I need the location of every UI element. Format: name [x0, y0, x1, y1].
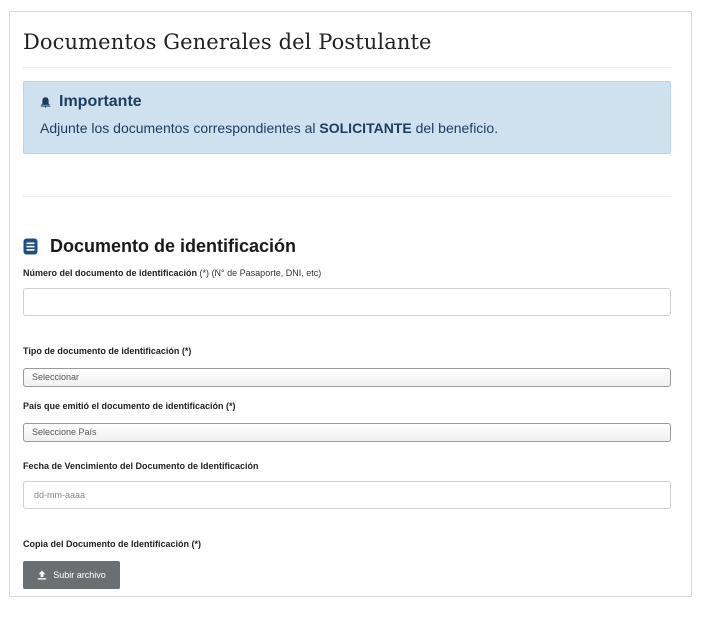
- alert-title: Importante: [59, 93, 142, 110]
- page-title: Documentos Generales del Postulante: [23, 30, 432, 54]
- bell-icon: [40, 97, 51, 108]
- alert-message: Adjunte los documentos correspondientes …: [40, 120, 499, 136]
- important-alert: Importante Adjunte los documentos corres…: [23, 81, 671, 154]
- country-select[interactable]: Seleccione País: [23, 423, 671, 442]
- doc-number-input[interactable]: [23, 288, 671, 316]
- document-icon: [23, 238, 38, 255]
- upload-icon: [38, 570, 47, 580]
- title-divider: [23, 67, 671, 68]
- expiry-date-input[interactable]: dd-mm-aaaa: [23, 481, 671, 509]
- doc-number-label: Número del documento de identificación (…: [23, 268, 322, 278]
- doc-type-select[interactable]: Seleccionar: [23, 368, 671, 387]
- upload-file-button[interactable]: Subir archivo: [23, 561, 120, 589]
- section-title: Documento de identificación: [23, 236, 296, 257]
- country-label: País que emitió el documento de identifi…: [23, 401, 236, 411]
- upload-file-label: Subir archivo: [53, 570, 106, 580]
- documents-card: Documentos Generales del Postulante Impo…: [9, 11, 692, 597]
- expiry-label: Fecha de Vencimiento del Documento de Id…: [23, 461, 259, 471]
- alert-emphasis: SOLICITANTE: [319, 120, 412, 136]
- section-divider: [23, 196, 671, 197]
- doc-type-label: Tipo de documento de identificación (*): [23, 346, 192, 356]
- copy-label: Copia del Documento de Identificación (*…: [23, 539, 202, 549]
